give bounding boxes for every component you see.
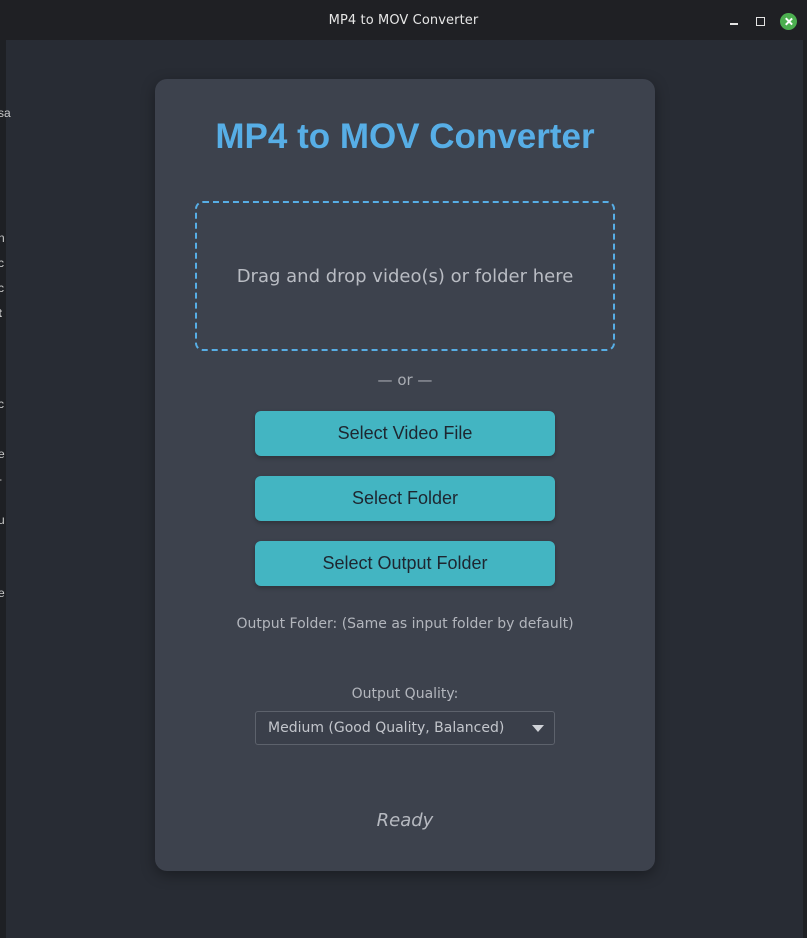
status-text: Ready <box>376 810 434 831</box>
background-text-fragment: u <box>0 513 5 527</box>
close-button[interactable] <box>779 12 797 30</box>
maximize-icon <box>755 16 765 26</box>
drop-zone-text: Drag and drop video(s) or folder here <box>236 265 574 287</box>
background-text-fragment: - <box>0 472 2 486</box>
background-text-fragment: c <box>0 397 4 411</box>
title-bar[interactable]: MP4 to MOV Converter <box>0 0 807 40</box>
background-text-fragment: c <box>0 281 4 295</box>
close-icon <box>779 12 797 30</box>
drop-zone[interactable]: Drag and drop video(s) or folder here <box>195 201 615 351</box>
background-text-fragment: e <box>0 447 5 461</box>
background-text-fragment: n <box>0 231 5 245</box>
output-quality-select[interactable]: Medium (Good Quality, Balanced) <box>255 711 555 745</box>
output-quality-value: Medium (Good Quality, Balanced) <box>268 720 505 736</box>
background-text-fragment: i <box>0 372 1 386</box>
minimize-icon <box>730 23 738 25</box>
app-window: MP4 to MOV Converter sa n c c t i c e - … <box>0 0 807 938</box>
background-window-edge-right <box>803 40 807 938</box>
window-title: MP4 to MOV Converter <box>328 13 479 28</box>
or-separator: — or — <box>377 371 433 389</box>
app-heading: MP4 to MOV Converter <box>215 117 595 156</box>
output-quality-label: Output Quality: <box>351 686 459 702</box>
background-text-fragment: t <box>0 306 2 320</box>
converter-card: MP4 to MOV Converter Drag and drop video… <box>155 79 655 871</box>
background-text-fragment: sa <box>0 106 11 120</box>
chevron-down-icon <box>532 725 544 732</box>
minimize-button[interactable] <box>725 12 743 30</box>
maximize-button[interactable] <box>751 12 769 30</box>
select-output-folder-button[interactable]: Select Output Folder <box>255 541 555 586</box>
output-folder-label: Output Folder: (Same as input folder by … <box>236 616 574 632</box>
background-text-fragment: c <box>0 256 4 270</box>
select-video-file-button[interactable]: Select Video File <box>255 411 555 456</box>
select-folder-button[interactable]: Select Folder <box>255 476 555 521</box>
background-text-fragment: e <box>0 586 5 600</box>
background-window-edge: sa n c c t i c e - u e <box>0 40 11 938</box>
